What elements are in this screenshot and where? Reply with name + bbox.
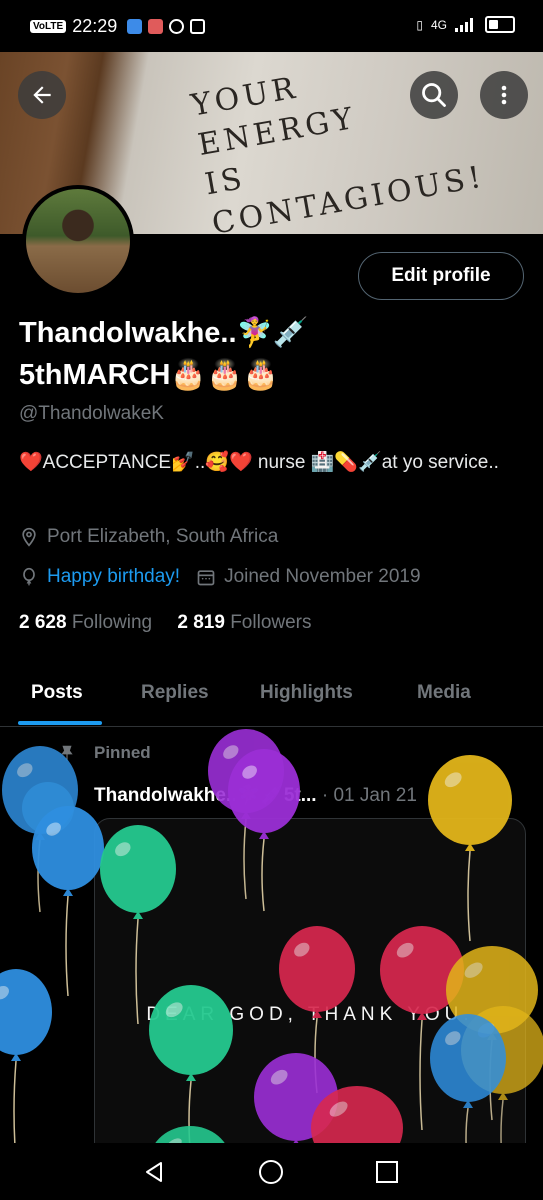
followers-label: Followers — [230, 612, 312, 633]
profile-tabs: Posts Replies Highlights Media — [0, 664, 543, 727]
tab-highlights[interactable]: Highlights — [260, 682, 353, 704]
location-text: Port Elizabeth, South Africa — [47, 526, 279, 547]
nav-back-icon[interactable] — [142, 1160, 166, 1184]
follow-stats: 2 628 Following 2 819 Followers — [19, 612, 312, 634]
post-header[interactable]: Thandolwakhe..🧚‍♀️💉5t... · 01 Jan 21 — [94, 783, 417, 807]
status-time: 22:29 — [72, 16, 118, 36]
balloon-10 — [0, 969, 52, 1143]
birthday-joined-row: Happy birthday! Joined November 2019 — [19, 566, 421, 588]
balloon-icon — [23, 567, 35, 586]
gift-icon — [148, 19, 164, 34]
battery-icon — [485, 16, 515, 33]
instagram-icon — [190, 19, 206, 34]
bio: ❤️ACCEPTANCE💅..🥰❤️ nurse 🏥💊💉at yo servic… — [19, 452, 499, 473]
battery-fill — [489, 20, 498, 29]
post-media-text: DEAR GOD, THANK YOU. — [146, 1004, 474, 1025]
birthday-link[interactable]: Happy birthday! — [47, 566, 180, 588]
post-author-avatar[interactable] — [22, 782, 74, 834]
status-bar: VoLTE 22:29 ▯ 4G — [0, 0, 543, 52]
volte-badge: VoLTE — [30, 20, 67, 33]
status-right: ▯ 4G — [416, 16, 515, 33]
post-media[interactable]: DEAR GOD, THANK YOU. — [94, 818, 526, 1160]
followers-count: 2 819 — [177, 612, 225, 633]
display-name: Thandolwakhe..🧚‍♀️💉 5thMARCH🎂🎂🎂 — [19, 312, 309, 396]
more-button[interactable] — [480, 71, 528, 119]
signal-icon — [455, 17, 473, 32]
edit-profile-button[interactable]: Edit profile — [358, 252, 524, 300]
tab-posts[interactable]: Posts — [31, 682, 83, 704]
active-tab-indicator — [18, 721, 102, 725]
vibrate-icon: ▯ — [416, 17, 423, 32]
network-type: 4G — [430, 17, 447, 32]
display-name-line2: 5thMARCH🎂🎂🎂 — [19, 359, 279, 391]
more-vertical-icon — [501, 85, 507, 105]
following-label: Following — [71, 612, 153, 633]
arrow-left-icon — [33, 86, 51, 104]
post-date: · 01 Jan 21 — [321, 785, 417, 806]
following-link[interactable]: 2 628 Following — [19, 612, 152, 633]
nav-home-icon[interactable] — [258, 1159, 284, 1185]
location-row: Port Elizabeth, South Africa — [19, 526, 278, 548]
cloud-icon — [127, 19, 143, 34]
followers-link[interactable]: 2 819 Followers — [177, 612, 311, 633]
pinned-label: Pinned — [94, 743, 151, 762]
search-icon — [422, 83, 446, 107]
display-name-line1: Thandolwakhe..🧚‍♀️💉 — [19, 317, 309, 349]
following-count: 2 628 — [19, 612, 67, 633]
tab-media[interactable]: Media — [417, 682, 471, 704]
status-left: VoLTE 22:29 — [30, 16, 206, 37]
back-button[interactable] — [18, 71, 66, 119]
pin-icon — [61, 745, 73, 761]
location-pin-icon — [22, 527, 36, 547]
tab-replies[interactable]: Replies — [141, 682, 209, 704]
search-button[interactable] — [410, 71, 458, 119]
avatar[interactable] — [22, 185, 134, 297]
user-handle: @ThandolwakeK — [19, 403, 164, 424]
joined-date: Joined November 2019 — [224, 566, 421, 587]
post-author-name: Thandolwakhe..🧚‍♀️💉5t... — [94, 785, 317, 806]
nav-recents-icon[interactable] — [375, 1160, 399, 1184]
system-nav-bar — [0, 1143, 543, 1200]
data-saver-icon — [169, 19, 185, 34]
calendar-icon — [197, 570, 215, 586]
